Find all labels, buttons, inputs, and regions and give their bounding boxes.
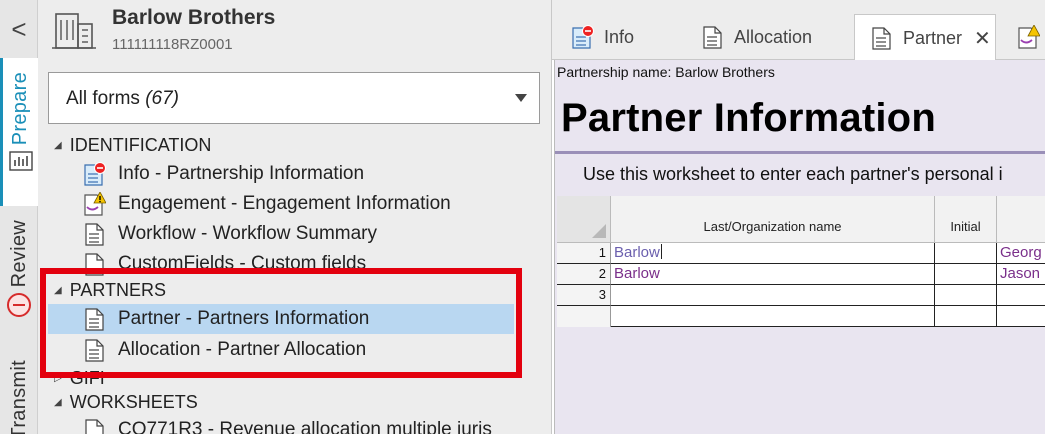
expanded-triangle-icon: ◢: [54, 284, 62, 296]
tree-item-allocation[interactable]: Allocation - Partner Allocation: [48, 335, 514, 365]
row-number: [557, 306, 611, 327]
review-error-icon: [7, 293, 31, 318]
document-area: Info Allocation Partner ✕ Partnership na…: [552, 0, 1045, 434]
tree-section-title: IDENTIFICATION: [69, 134, 212, 155]
worksheet-instructions: Use this worksheet to enter each partner…: [583, 164, 1003, 184]
forms-filter-dropdown[interactable]: All forms (67): [48, 72, 540, 124]
cell-initial[interactable]: [935, 264, 997, 285]
worksheet-title: Partner Information: [561, 96, 936, 140]
collapsed-triangle-icon: ▷: [54, 372, 62, 384]
tree-item-co771r3[interactable]: CO771R3 - Revenue allocation multiple ju…: [48, 415, 514, 434]
tree-item-workflow[interactable]: Workflow - Workflow Summary: [48, 219, 514, 249]
tab-engagement-partial[interactable]: [1000, 14, 1045, 60]
tree-item-label: Info - Partnership Information: [118, 163, 365, 184]
rail-tab-review[interactable]: Review: [0, 208, 38, 338]
expanded-triangle-icon: ◢: [54, 139, 62, 151]
partnership-name-line: Partnership name: Barlow Brothers: [557, 64, 775, 80]
rail-tab-prepare-label: Prepare: [9, 72, 31, 146]
rail-tab-transmit[interactable]: Transmit: [0, 352, 38, 434]
form-error-icon: [84, 162, 106, 186]
cell-first-name[interactable]: [997, 285, 1045, 306]
tree-section-worksheets[interactable]: ◢ WORKSHEETS: [54, 388, 198, 416]
row-number: 3: [557, 285, 611, 306]
document-icon: [702, 25, 724, 49]
column-header-first-name[interactable]: [997, 196, 1045, 243]
client-name: Barlow Brothers: [112, 6, 276, 29]
client-header: Barlow Brothers 111111118RZ0001: [38, 0, 552, 64]
tree-item-label: Workflow - Workflow Summary: [118, 223, 377, 244]
tab-info[interactable]: Info: [552, 14, 682, 60]
tab-label: Partner: [903, 27, 963, 48]
forms-count: (67): [145, 88, 179, 109]
tree-section-partners[interactable]: ◢ PARTNERS: [54, 276, 166, 304]
forms-tree: ◢ IDENTIFICATION Info - Partnership Info…: [38, 130, 552, 434]
document-icon: [84, 252, 106, 276]
tree-section-title: PARTNERS: [69, 279, 167, 300]
document-icon: [84, 418, 106, 434]
document-icon: [84, 307, 106, 331]
form-warning-icon: [84, 191, 107, 216]
document-icon: [84, 338, 106, 362]
cell-first-name[interactable]: Jason: [997, 264, 1045, 285]
cell-last-name[interactable]: Barlow: [611, 243, 935, 264]
rail-tab-review-label: Review: [7, 220, 30, 288]
tree-section-title: GIFI: [69, 367, 105, 388]
tree-item-label: Engagement - Engagement Information: [118, 193, 451, 214]
grid-select-all[interactable]: [557, 196, 611, 243]
form-warning-icon: [1018, 24, 1041, 49]
cell-last-name[interactable]: [611, 306, 935, 327]
column-header-last-name[interactable]: Last/Organization name: [611, 196, 935, 243]
cell-first-name[interactable]: [997, 306, 1045, 327]
rail-tab-prepare[interactable]: Prepare: [0, 58, 38, 206]
forms-panel: Barlow Brothers 111111118RZ0001 All form…: [38, 0, 552, 434]
tree-item-info[interactable]: Info - Partnership Information: [48, 159, 514, 189]
expanded-triangle-icon: ◢: [54, 396, 62, 408]
document-icon: [84, 222, 106, 246]
side-rail: < Prepare Review Transmit: [0, 0, 38, 434]
client-id: 111111118RZ0001: [112, 36, 233, 53]
collapse-panel-button[interactable]: <: [0, 0, 38, 58]
title-divider: [555, 151, 1045, 154]
document-tabbar: Info Allocation Partner ✕: [552, 0, 1045, 61]
chevron-down-icon: [515, 94, 527, 102]
tree-section-title: WORKSHEETS: [69, 391, 198, 412]
tree-item-label: CO771R3 - Revenue allocation multiple ju…: [118, 419, 492, 434]
close-icon[interactable]: ✕: [974, 26, 991, 51]
cell-initial[interactable]: [935, 243, 997, 264]
cell-initial[interactable]: [935, 306, 997, 327]
tree-section-identification[interactable]: ◢ IDENTIFICATION: [54, 131, 211, 159]
tree-item-label: Partner - Partners Information: [118, 308, 370, 329]
cell-initial[interactable]: [935, 285, 997, 306]
row-number: 2: [557, 264, 611, 285]
cell-last-name[interactable]: Barlow: [611, 264, 935, 285]
tab-label: Allocation: [734, 26, 813, 47]
tree-item-partner[interactable]: Partner - Partners Information: [48, 304, 514, 334]
partners-grid: Last/Organization name Initial 1 Barlow …: [557, 196, 1045, 434]
column-header-initial[interactable]: Initial: [935, 196, 997, 243]
tab-partner[interactable]: Partner ✕: [854, 14, 996, 61]
rail-tab-transmit-label: Transmit: [7, 360, 30, 434]
forms-filter-value: All forms (67): [66, 88, 179, 109]
cell-first-name[interactable]: Georg: [997, 243, 1045, 264]
tree-item-label: Allocation - Partner Allocation: [118, 339, 367, 360]
text-caret: [660, 244, 662, 259]
tree-item-engagement[interactable]: Engagement - Engagement Information: [48, 189, 514, 219]
partner-worksheet: Partnership name: Barlow Brothers Partne…: [554, 60, 1045, 434]
form-error-icon: [572, 25, 594, 49]
tree-item-customfields[interactable]: CustomFields - Custom fields: [48, 249, 514, 279]
tab-allocation[interactable]: Allocation: [682, 14, 852, 60]
tree-item-label: CustomFields - Custom fields: [118, 253, 367, 274]
tab-label: Info: [604, 26, 635, 47]
cell-last-name[interactable]: [611, 285, 935, 306]
row-number: 1: [557, 243, 611, 264]
document-icon: [871, 26, 893, 50]
building-icon: [52, 10, 96, 55]
chart-icon: [8, 151, 33, 176]
